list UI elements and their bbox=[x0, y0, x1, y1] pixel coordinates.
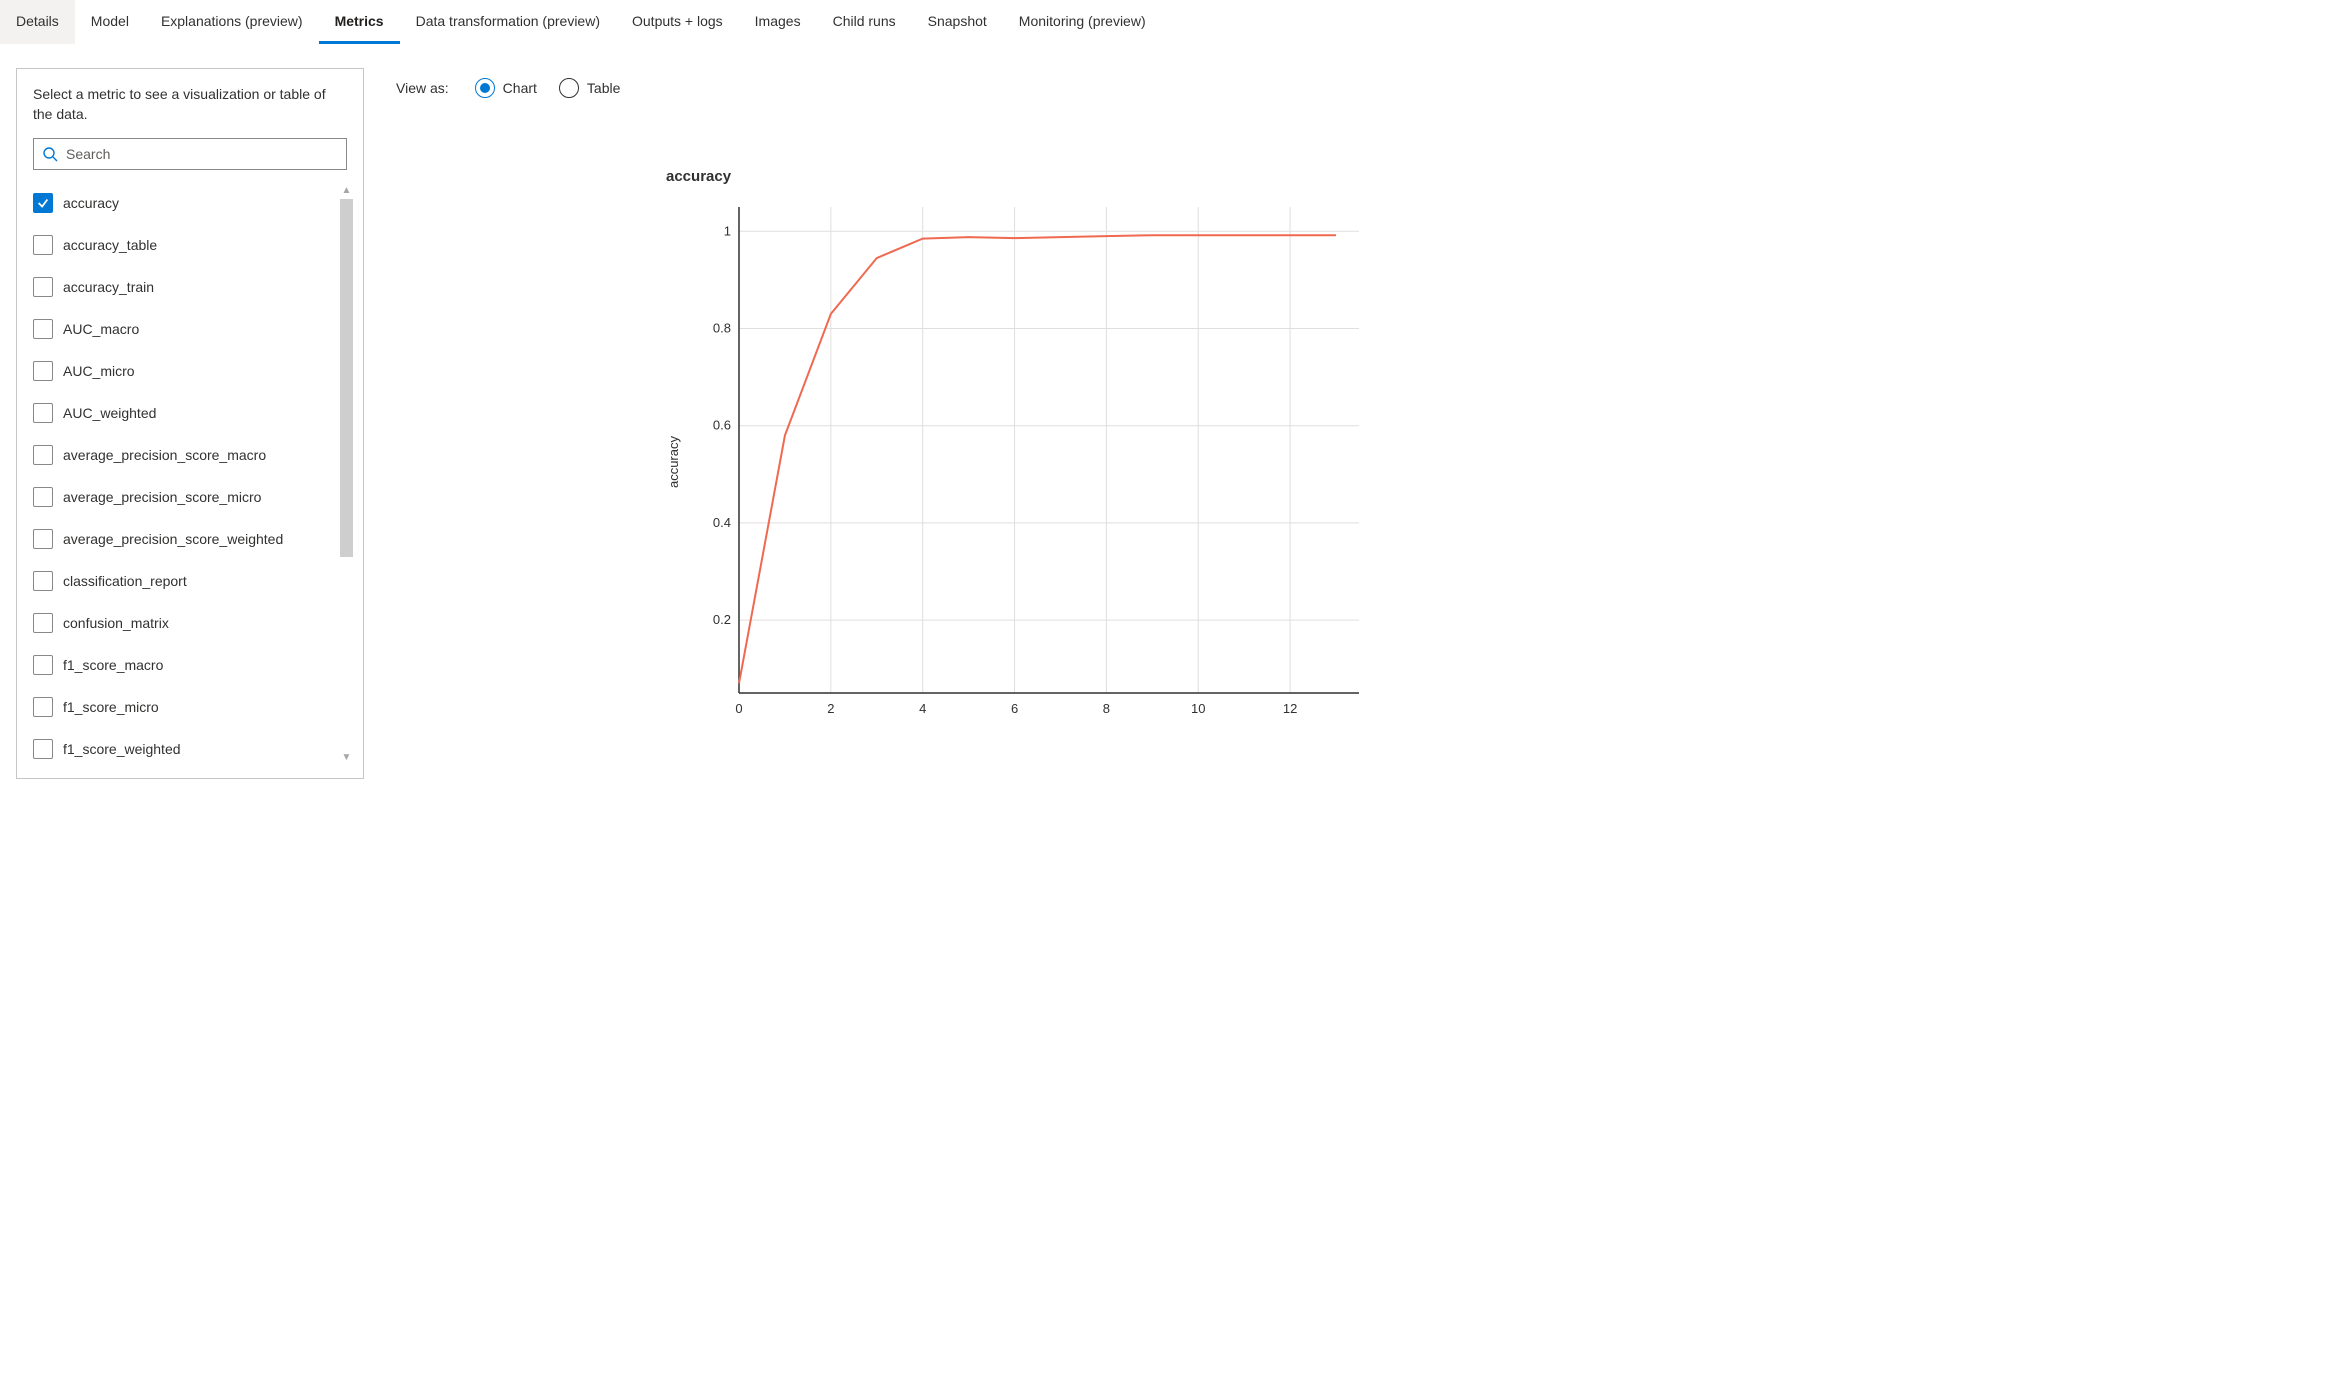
metric-label: f1_score_weighted bbox=[63, 741, 181, 757]
tab-label: Snapshot bbox=[928, 13, 987, 29]
metric-label: classification_report bbox=[63, 573, 187, 589]
chart-y-tick-label: 0.6 bbox=[713, 418, 731, 433]
view-as-radio-chart[interactable]: Chart bbox=[475, 78, 537, 98]
metric-label: accuracy bbox=[63, 195, 119, 211]
chart-x-tick-label: 4 bbox=[919, 701, 926, 716]
radio-label: Chart bbox=[503, 80, 537, 96]
metrics-sidebar: Select a metric to see a visualization o… bbox=[16, 68, 364, 779]
tab-label: Model bbox=[91, 13, 129, 29]
metric-checkbox[interactable] bbox=[33, 655, 53, 675]
chart-x-tick-label: 10 bbox=[1191, 701, 1205, 716]
tab-metrics[interactable]: Metrics bbox=[319, 0, 400, 44]
metric-search-field[interactable] bbox=[33, 138, 347, 170]
tab-label: Data transformation (preview) bbox=[416, 13, 600, 29]
metric-checkbox[interactable] bbox=[33, 571, 53, 591]
metric-item-f1_score_macro[interactable]: f1_score_macro bbox=[33, 644, 338, 686]
metric-label: AUC_weighted bbox=[63, 405, 156, 421]
chart-x-tick-label: 2 bbox=[827, 701, 834, 716]
chart-x-tick-label: 12 bbox=[1283, 701, 1297, 716]
scroll-up-arrow-icon[interactable]: ▲ bbox=[338, 182, 355, 199]
metric-checkbox[interactable] bbox=[33, 697, 53, 717]
tab-images[interactable]: Images bbox=[739, 0, 817, 44]
metric-checkbox[interactable] bbox=[33, 361, 53, 381]
metric-checkbox[interactable] bbox=[33, 403, 53, 423]
view-as-group: View as: Chart Table bbox=[396, 72, 1397, 104]
metric-label: f1_score_macro bbox=[63, 657, 163, 673]
metric-label: accuracy_table bbox=[63, 237, 157, 253]
chart-y-tick-label: 0.2 bbox=[713, 612, 731, 627]
search-icon bbox=[42, 146, 58, 162]
metric-item-AUC_micro[interactable]: AUC_micro bbox=[33, 350, 338, 392]
check-icon bbox=[36, 196, 50, 210]
metric-label: confusion_matrix bbox=[63, 615, 169, 631]
metric-item-average_precision_score_micro[interactable]: average_precision_score_micro bbox=[33, 476, 338, 518]
tab-data-transformation-preview[interactable]: Data transformation (preview) bbox=[400, 0, 616, 44]
metric-checkbox[interactable] bbox=[33, 319, 53, 339]
chart-y-tick-label: 0.4 bbox=[713, 515, 731, 530]
metric-item-f1_score_micro[interactable]: f1_score_micro bbox=[33, 686, 338, 728]
tab-label: Explanations (preview) bbox=[161, 13, 303, 29]
tab-details[interactable]: Details bbox=[0, 0, 75, 44]
metric-checkbox[interactable] bbox=[33, 739, 53, 759]
tab-label: Images bbox=[755, 13, 801, 29]
metric-checkbox[interactable] bbox=[33, 235, 53, 255]
tab-bar: Details Model Explanations (preview) Metric… bbox=[0, 0, 1413, 44]
chart-x-tick-label: 0 bbox=[735, 701, 742, 716]
tab-monitoring-preview[interactable]: Monitoring (preview) bbox=[1003, 0, 1162, 44]
metric-item-confusion_matrix[interactable]: confusion_matrix bbox=[33, 602, 338, 644]
metric-item-average_precision_score_macro[interactable]: average_precision_score_macro bbox=[33, 434, 338, 476]
tab-child-runs[interactable]: Child runs bbox=[817, 0, 912, 44]
metric-checkbox[interactable] bbox=[33, 529, 53, 549]
tab-label: Child runs bbox=[833, 13, 896, 29]
metric-item-average_precision_score_weighted[interactable]: average_precision_score_weighted bbox=[33, 518, 338, 560]
metric-item-f1_score_weighted[interactable]: f1_score_weighted bbox=[33, 728, 338, 766]
metric-label: AUC_macro bbox=[63, 321, 139, 337]
view-as-radio-table[interactable]: Table bbox=[559, 78, 620, 98]
accuracy-line-chart: 0.20.40.60.81024681012 bbox=[689, 197, 1369, 727]
view-as-label: View as: bbox=[396, 80, 449, 96]
tab-label: Outputs + logs bbox=[632, 13, 723, 29]
scroll-thumb[interactable] bbox=[340, 199, 353, 557]
metric-checkbox[interactable] bbox=[33, 613, 53, 633]
metric-item-accuracy_table[interactable]: accuracy_table bbox=[33, 224, 338, 266]
metric-label: average_precision_score_macro bbox=[63, 447, 266, 463]
chart-x-tick-label: 8 bbox=[1103, 701, 1110, 716]
sidebar-description: Select a metric to see a visualization o… bbox=[33, 85, 355, 124]
search-input[interactable] bbox=[64, 145, 338, 163]
metric-label: accuracy_train bbox=[63, 279, 154, 295]
chart-x-tick-label: 6 bbox=[1011, 701, 1018, 716]
metric-checkbox[interactable] bbox=[33, 277, 53, 297]
chart-y-axis-label: accuracy bbox=[666, 436, 681, 488]
metric-list-scrollbar[interactable]: ▲ ▼ bbox=[338, 182, 355, 766]
tab-model[interactable]: Model bbox=[75, 0, 145, 44]
tab-explanations-preview[interactable]: Explanations (preview) bbox=[145, 0, 319, 44]
radio-dot-icon bbox=[559, 78, 579, 98]
metric-item-AUC_weighted[interactable]: AUC_weighted bbox=[33, 392, 338, 434]
chart-title: accuracy bbox=[666, 168, 1397, 185]
scroll-track[interactable] bbox=[338, 199, 355, 749]
tab-outputs-logs[interactable]: Outputs + logs bbox=[616, 0, 739, 44]
tab-label: Metrics bbox=[335, 13, 384, 29]
tab-label: Monitoring (preview) bbox=[1019, 13, 1146, 29]
radio-label: Table bbox=[587, 80, 620, 96]
radio-dot-icon bbox=[475, 78, 495, 98]
metric-item-accuracy_train[interactable]: accuracy_train bbox=[33, 266, 338, 308]
chart-y-tick-label: 0.8 bbox=[713, 321, 731, 336]
tab-label: Details bbox=[16, 13, 59, 29]
metric-item-AUC_macro[interactable]: AUC_macro bbox=[33, 308, 338, 350]
metric-item-accuracy[interactable]: accuracy bbox=[33, 182, 338, 224]
metric-label: average_precision_score_micro bbox=[63, 489, 261, 505]
scroll-down-arrow-icon[interactable]: ▼ bbox=[338, 749, 355, 766]
metric-item-classification_report[interactable]: classification_report bbox=[33, 560, 338, 602]
metric-checkbox[interactable] bbox=[33, 487, 53, 507]
metric-checkbox[interactable] bbox=[33, 193, 53, 213]
chart-series-accuracy bbox=[739, 235, 1336, 683]
metric-label: f1_score_micro bbox=[63, 699, 159, 715]
metric-label: AUC_micro bbox=[63, 363, 135, 379]
metric-checkbox[interactable] bbox=[33, 445, 53, 465]
tab-snapshot[interactable]: Snapshot bbox=[912, 0, 1003, 44]
metric-label: average_precision_score_weighted bbox=[63, 531, 283, 547]
chart-y-tick-label: 1 bbox=[724, 223, 731, 238]
